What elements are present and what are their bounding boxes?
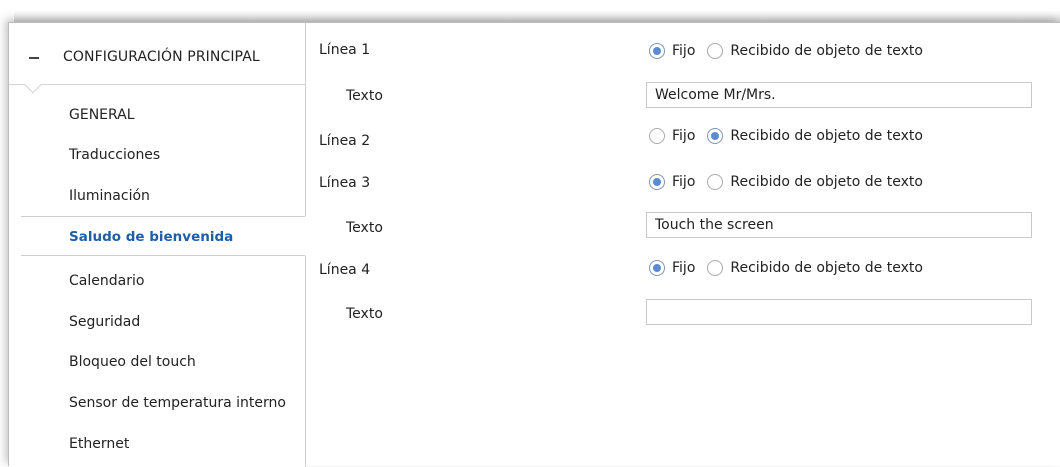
- linea-2-label: Línea 2: [319, 133, 371, 149]
- linea-1-texto-input[interactable]: [646, 82, 1032, 108]
- linea-1-fijo-label[interactable]: Fijo: [672, 43, 695, 59]
- linea-2-radio-group: Fijo Recibido de objeto de texto: [649, 125, 923, 147]
- linea-4-texto-label: Texto: [346, 306, 383, 322]
- linea-1-texto-label: Texto: [346, 88, 383, 104]
- minus-icon[interactable]: [29, 57, 39, 59]
- sidebar-item-saludo-de-bienvenida[interactable]: Saludo de bienvenida: [21, 216, 307, 256]
- linea-4-objeto-label[interactable]: Recibido de objeto de texto: [730, 260, 923, 276]
- linea-1-radio-group: Fijo Recibido de objeto de texto: [649, 40, 923, 62]
- header-pointer-notch: [24, 76, 42, 94]
- sidebar-item-calendario[interactable]: Calendario: [9, 261, 306, 301]
- linea-4-label: Línea 4: [319, 262, 371, 278]
- linea-2-objeto-label[interactable]: Recibido de objeto de texto: [730, 128, 923, 144]
- sidebar-item-iluminacion[interactable]: Iluminación: [9, 176, 306, 216]
- sidebar-item-ethernet[interactable]: Ethernet: [9, 424, 306, 464]
- sidebar: CONFIGURACIÓN PRINCIPAL GENERAL Traducci…: [9, 23, 307, 467]
- sidebar-item-general[interactable]: GENERAL: [9, 95, 306, 135]
- linea-3-radio-group: Fijo Recibido de objeto de texto: [649, 171, 923, 193]
- linea-1-objeto-radio[interactable]: [707, 43, 724, 59]
- linea-3-objeto-label[interactable]: Recibido de objeto de texto: [730, 174, 923, 190]
- window-top-shadow: [14, 10, 1060, 22]
- linea-4-radio-group: Fijo Recibido de objeto de texto: [649, 257, 923, 279]
- linea-4-texto-input[interactable]: [646, 299, 1032, 325]
- linea-3-label: Línea 3: [319, 175, 371, 191]
- section-title: CONFIGURACIÓN PRINCIPAL: [63, 49, 260, 65]
- linea-3-texto-label: Texto: [346, 220, 383, 236]
- linea-1-objeto-label[interactable]: Recibido de objeto de texto: [730, 43, 923, 59]
- sidebar-item-bloqueo-del-touch[interactable]: Bloqueo del touch: [9, 342, 306, 382]
- linea-3-texto-input[interactable]: [646, 212, 1032, 238]
- sidebar-item-sensor-de-temperatura-interno[interactable]: Sensor de temperatura interno: [9, 383, 306, 423]
- linea-4-objeto-radio[interactable]: [707, 260, 724, 276]
- active-tab-connector: [305, 216, 308, 256]
- linea-2-fijo-label[interactable]: Fijo: [672, 128, 695, 144]
- linea-3-objeto-radio[interactable]: [707, 174, 724, 190]
- sidebar-item-seguridad[interactable]: Seguridad: [9, 302, 306, 342]
- linea-4-fijo-radio[interactable]: [649, 260, 665, 276]
- linea-3-fijo-radio[interactable]: [649, 174, 665, 190]
- section-header[interactable]: CONFIGURACIÓN PRINCIPAL: [9, 23, 306, 94]
- linea-2-fijo-radio[interactable]: [649, 128, 665, 144]
- linea-3-fijo-label[interactable]: Fijo: [672, 174, 695, 190]
- linea-1-label: Línea 1: [319, 42, 371, 58]
- linea-2-objeto-radio[interactable]: [707, 128, 724, 144]
- linea-1-fijo-radio[interactable]: [649, 43, 665, 59]
- linea-4-fijo-label[interactable]: Fijo: [672, 260, 695, 276]
- sidebar-item-traducciones[interactable]: Traducciones: [9, 135, 306, 175]
- configuration-window: CONFIGURACIÓN PRINCIPAL GENERAL Traducci…: [8, 22, 1060, 467]
